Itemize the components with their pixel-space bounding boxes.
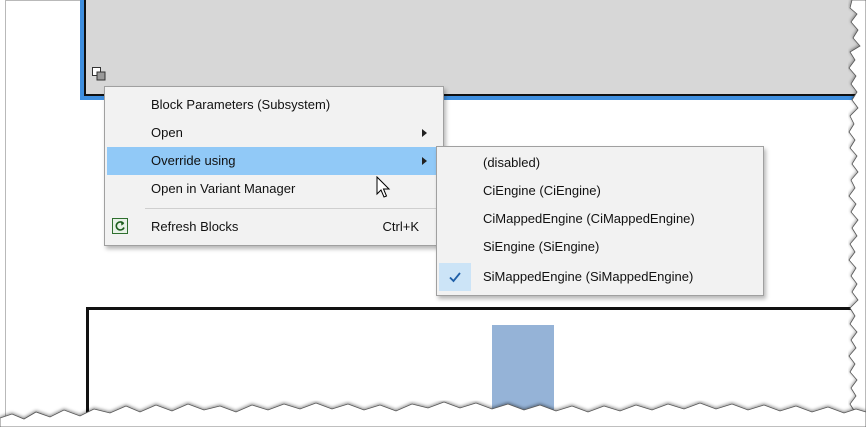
menu-item-open[interactable]: Open (107, 119, 441, 147)
checkmark-icon (449, 272, 461, 283)
subsystem-block[interactable] (84, 0, 866, 96)
context-menu: Block Parameters (Subsystem) Open Overri… (104, 86, 444, 246)
menu-item-label: Refresh Blocks (151, 219, 239, 234)
menu-item-shortcut: Ctrl+K (382, 219, 419, 234)
menu-item-label: Block Parameters (Subsystem) (151, 97, 331, 112)
submenu-item-label: (disabled) (483, 155, 541, 170)
submenu-item-disabled[interactable]: (disabled) (439, 149, 761, 177)
menu-item-refresh-blocks[interactable]: Refresh Blocks Ctrl+K (107, 213, 441, 241)
submenu-item-ciengine[interactable]: CiEngine (CiEngine) (439, 177, 761, 205)
chevron-right-icon (422, 129, 427, 137)
variant-subsystem-icon (92, 67, 106, 81)
menu-item-label: Override using (151, 153, 236, 168)
submenu-item-label: CiEngine (CiEngine) (483, 183, 601, 198)
submenu-item-label: CiMappedEngine (CiMappedEngine) (483, 211, 695, 226)
canvas-border (5, 0, 6, 427)
menu-separator (145, 208, 439, 209)
menu-item-label: Open (151, 125, 183, 140)
chevron-right-icon (422, 157, 427, 165)
submenu-item-cimappedengine[interactable]: CiMappedEngine (CiMappedEngine) (439, 205, 761, 233)
submenu-item-label: SiEngine (SiEngine) (483, 239, 600, 254)
refresh-icon (112, 218, 128, 234)
menu-item-label: Open in Variant Manager (151, 181, 296, 196)
signal-block[interactable] (492, 325, 554, 427)
submenu-item-label: SiMappedEngine (SiMappedEngine) (483, 269, 694, 284)
submenu-item-simappedengine[interactable]: SiMappedEngine (SiMappedEngine) (439, 263, 761, 291)
submenu-item-siengine[interactable]: SiEngine (SiEngine) (439, 233, 761, 261)
override-submenu: (disabled) CiEngine (CiEngine) CiMappedE… (436, 146, 764, 296)
menu-item-override-using[interactable]: Override using (107, 147, 441, 175)
mouse-pointer-icon (376, 176, 391, 198)
subsystem-block-lower[interactable] (86, 307, 866, 427)
menu-item-block-parameters[interactable]: Block Parameters (Subsystem) (107, 91, 441, 119)
simulink-canvas[interactable]: Block Parameters (Subsystem) Open Overri… (0, 0, 866, 427)
